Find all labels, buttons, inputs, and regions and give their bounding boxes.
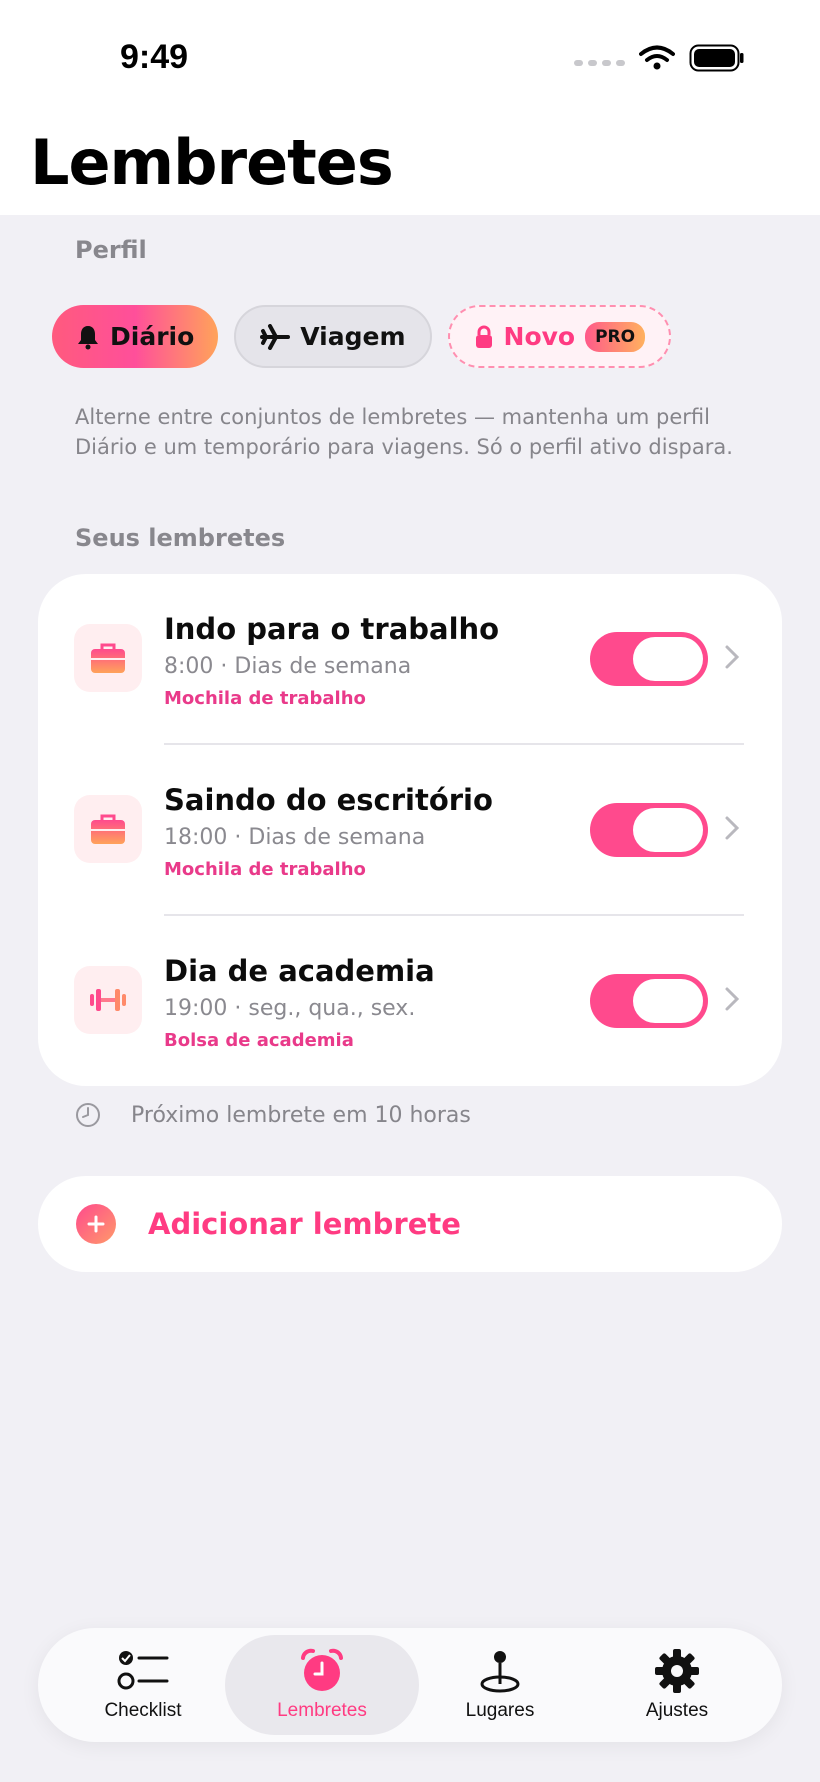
chip-new-pro[interactable]: Novo PRO	[447, 305, 672, 368]
page-title: Lembretes	[30, 126, 394, 199]
plus-icon	[76, 1204, 116, 1244]
alarm-clock-icon	[301, 1648, 343, 1691]
chip-travel[interactable]: Viagem	[234, 305, 432, 368]
chip-daily-label: Diário	[110, 322, 195, 351]
reminders-list: Indo para o trabalho 8:00 · Dias de sema…	[38, 574, 782, 1086]
toggle-knob	[633, 808, 703, 852]
add-reminder-button[interactable]: Adicionar lembrete	[38, 1176, 782, 1272]
chevron-right-icon	[725, 987, 740, 1011]
toggle-knob	[633, 979, 703, 1023]
reminders-section-label: Seus lembretes	[75, 524, 286, 552]
reminder-title: Saindo do escritório	[164, 783, 493, 817]
lock-icon	[475, 325, 492, 348]
chevron-right-icon	[725, 645, 740, 669]
gear-icon	[655, 1649, 699, 1693]
wifi-icon	[639, 45, 675, 70]
reminder-toggle[interactable]	[590, 803, 708, 857]
next-reminder-info: Próximo lembrete em 10 horas	[75, 1102, 471, 1128]
tab-reminders[interactable]: Lembretes	[237, 1628, 407, 1742]
reminder-row[interactable]: Indo para o trabalho 8:00 · Dias de sema…	[38, 574, 782, 745]
chevron-right-icon	[725, 816, 740, 840]
briefcase-icon	[74, 624, 142, 692]
briefcase-icon	[74, 795, 142, 863]
cellular-signal-icon	[574, 60, 625, 66]
bell-icon	[78, 325, 98, 349]
reminder-schedule: 8:00 · Dias de semana	[164, 654, 412, 679]
profile-description: Alterne entre conjuntos de lembretes — m…	[75, 405, 733, 459]
reminder-bag: Bolsa de academia	[164, 1030, 354, 1051]
clock-icon	[76, 1103, 100, 1127]
chip-daily[interactable]: Diário	[52, 305, 219, 368]
toggle-knob	[633, 637, 703, 681]
pro-badge: PRO	[585, 321, 646, 352]
reminder-title: Dia de academia	[164, 954, 435, 988]
tab-settings[interactable]: Ajustes	[592, 1628, 762, 1742]
tab-settings-label: Ajustes	[645, 1700, 709, 1721]
reminder-row[interactable]: Dia de academia 19:00 · seg., qua., sex.…	[38, 916, 782, 1087]
checklist-icon	[117, 1651, 169, 1690]
status-icons	[574, 44, 745, 72]
dumbbell-icon	[74, 966, 142, 1034]
chip-new-label: Novo	[503, 322, 576, 351]
profile-section-label: Perfil	[75, 236, 147, 264]
map-pin-icon	[480, 1651, 520, 1693]
tab-places[interactable]: Lugares	[415, 1628, 585, 1742]
reminder-toggle[interactable]	[590, 632, 708, 686]
airplane-icon	[260, 323, 291, 350]
reminder-toggle[interactable]	[590, 974, 708, 1028]
reminder-schedule: 19:00 · seg., qua., sex.	[164, 996, 416, 1021]
chip-travel-label: Viagem	[300, 322, 406, 351]
tab-checklist[interactable]: Checklist	[58, 1628, 228, 1742]
profile-chips: Diário Viagem Novo PRO	[52, 305, 672, 368]
tab-checklist-label: Checklist	[104, 1700, 182, 1721]
header: 9:49 Lembretes	[0, 0, 820, 215]
reminder-schedule: 18:00 · Dias de semana	[164, 825, 426, 850]
status-time: 9:49	[120, 38, 189, 76]
tab-reminders-label: Lembretes	[277, 1700, 367, 1721]
add-reminder-label: Adicionar lembrete	[148, 1207, 461, 1241]
battery-icon	[689, 44, 744, 72]
reminder-row[interactable]: Saindo do escritório 18:00 · Dias de sem…	[38, 745, 782, 916]
reminder-bag: Mochila de trabalho	[164, 688, 366, 709]
tab-places-label: Lugares	[465, 1700, 535, 1721]
reminder-title: Indo para o trabalho	[164, 612, 500, 646]
next-reminder-text: Próximo lembrete em 10 horas	[131, 1102, 471, 1128]
tab-bar: Checklist Lembretes Lugares Ajustes	[38, 1628, 782, 1742]
reminder-bag: Mochila de trabalho	[164, 859, 366, 880]
